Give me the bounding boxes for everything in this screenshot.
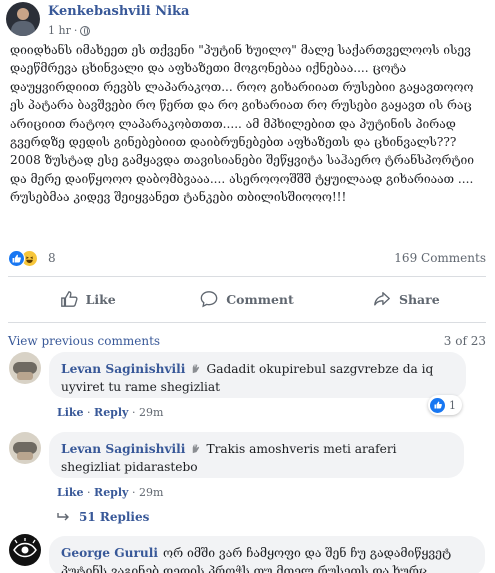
reactions-bar: 8 169 Comments [8,250,486,268]
thumbs-up-icon [60,290,78,308]
post-actions: Like Comment Share [8,282,486,316]
separator-dot: · [73,24,78,37]
comment-bubble-icon [200,290,218,308]
comment-reaction-pill[interactable]: 1 [428,395,462,415]
divider [8,276,486,277]
post-header: Kenkebashvili Nika 1 hr · [6,2,486,40]
fan-badge-icon [193,364,200,374]
author-avatar[interactable] [6,2,40,36]
post-timestamp[interactable]: 1 hr · [48,24,91,37]
reaction-icons[interactable] [8,250,38,267]
fan-badge-icon [193,444,200,454]
comment-reply-link[interactable]: Reply [94,406,128,419]
comments-count[interactable]: 169 Comments [394,251,486,265]
comment-like-count: 1 [449,398,456,412]
comment-timestamp[interactable]: 29m [139,406,163,419]
comment-bubble: Levan Saginishvili Gadadit okupirebul saz… [49,352,466,398]
comment-bubble: George Guruli ორ იმში ვარ ჩამყოფი და შენ … [49,536,485,573]
comment-meta: Like · Reply · 29m [57,486,163,499]
comment-like-link[interactable]: Like [57,486,84,499]
comment-reply-link[interactable]: Reply [94,486,128,499]
separator-dot: · [131,406,139,419]
commenter-avatar[interactable] [9,352,41,384]
separator-dot: · [87,486,95,499]
commenter-name[interactable]: George Guruli [61,546,158,560]
commenter-name[interactable]: Levan Saginishvili [61,442,185,456]
comment-meta: Like · Reply · 29m [57,406,163,419]
replies-count-label: 51 Replies [79,510,150,524]
comment-button[interactable]: Comment [167,282,326,316]
reply-arrow-icon [57,513,69,521]
separator-dot: · [131,486,139,499]
like-icon [8,250,25,267]
like-button[interactable]: Like [8,282,167,316]
view-replies-link[interactable]: 51 Replies [57,510,149,524]
reactions-count[interactable]: 8 [48,251,56,265]
comment-bubble: Levan Saginishvili Trakis amoshveris meti… [49,432,464,478]
share-label: Share [398,291,440,307]
view-previous-comments-link[interactable]: View previous comments [8,334,160,348]
comment-label: Comment [226,291,294,307]
share-button[interactable]: Share [327,282,486,316]
separator-dot: · [87,406,95,419]
post-author-name[interactable]: Kenkebashvili Nika [48,4,189,19]
globe-icon [80,25,91,36]
post-time-label[interactable]: 1 hr [48,24,71,37]
commenter-avatar[interactable] [9,432,41,464]
comment-timestamp[interactable]: 29m [139,486,163,499]
share-arrow-icon [373,290,391,308]
commenter-name[interactable]: Levan Saginishvili [61,362,185,376]
like-icon [430,397,445,413]
divider [8,322,486,323]
eye-icon [13,538,37,558]
post-body-text: დიიდხანს იმახეეთ ეს თქვენი "პუტინ ხუილო"… [10,43,475,205]
like-label: Like [85,291,116,307]
comments-pager: 3 of 23 [443,334,486,348]
commenter-avatar[interactable] [9,534,41,566]
comment-like-link[interactable]: Like [57,406,84,419]
